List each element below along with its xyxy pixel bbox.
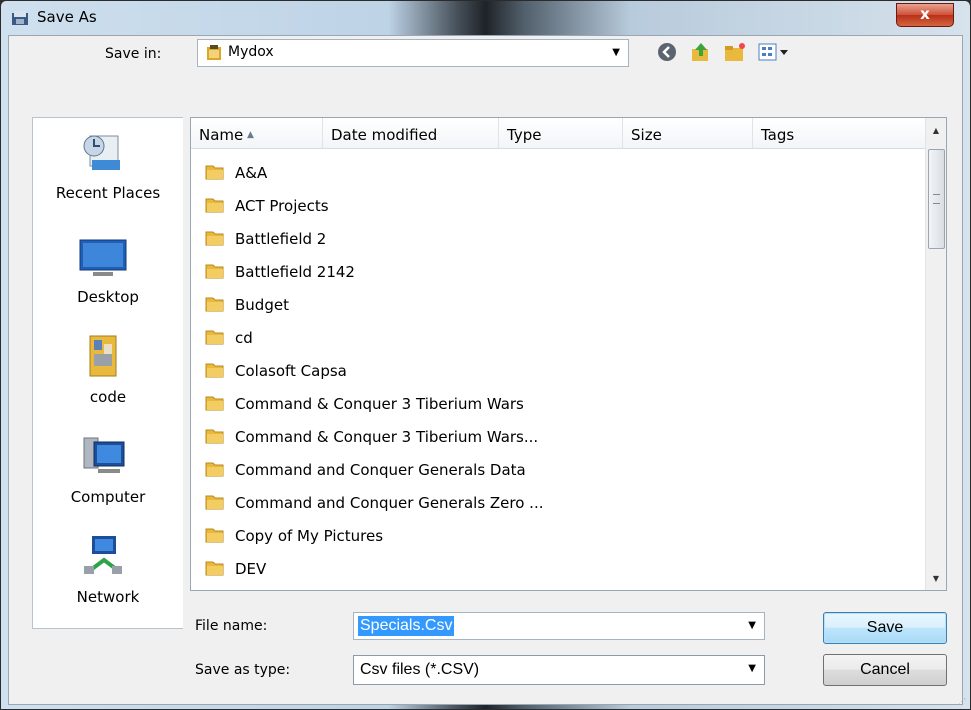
list-item[interactable]: Command and Conquer Generals Zero ...	[191, 486, 926, 519]
save-in-value: Mydox	[228, 44, 274, 60]
network-icon	[84, 536, 122, 574]
file-name-value: Specials.Csv	[358, 616, 455, 636]
folder-icon	[205, 462, 224, 477]
list-item[interactable]: DEV	[191, 552, 926, 585]
code-folder-icon	[89, 335, 117, 377]
folder-icon	[205, 561, 224, 576]
title-bar[interactable]: Save As x	[1, 1, 970, 35]
scroll-up-arrow-icon[interactable]: ▲	[926, 122, 946, 140]
file-name-input[interactable]: Specials.Csv ▼	[353, 612, 765, 640]
folder-icon	[205, 165, 224, 180]
save-as-dialog: Save As x Save in: Mydox ▼ Recent Places	[0, 0, 971, 710]
folder-icon	[205, 363, 224, 378]
file-name-label: File name:	[195, 618, 268, 634]
place-label: Recent Places	[55, 184, 161, 202]
resize-grip-icon[interactable]: ⋰	[958, 697, 966, 706]
grip-icon	[933, 194, 940, 204]
column-header: ▲ Name Date modified Type Size Tags	[191, 118, 926, 149]
column-type[interactable]: Type	[499, 118, 623, 148]
up-folder-icon[interactable]	[689, 41, 713, 63]
list-item[interactable]: Budget	[191, 288, 926, 321]
close-icon: x	[920, 5, 930, 23]
list-item[interactable]: Command & Conquer 3 Tiberium Wars	[191, 387, 926, 420]
scroll-down-arrow-icon[interactable]: ▼	[926, 570, 946, 588]
scroll-thumb[interactable]	[928, 149, 945, 249]
chevron-down-icon[interactable]: ▼	[748, 620, 756, 631]
place-computer[interactable]: Computer	[33, 434, 183, 534]
chevron-down-icon: ▼	[612, 47, 620, 58]
list-item[interactable]: Battlefield 2	[191, 222, 926, 255]
folder-icon	[205, 495, 224, 510]
folder-icon	[205, 330, 224, 345]
place-label: Network	[76, 588, 140, 606]
save-as-type-dropdown[interactable]: Csv files (*.CSV) ▼	[353, 655, 765, 685]
place-label: Desktop	[77, 288, 139, 306]
window-title: Save As	[37, 8, 97, 26]
chevron-down-icon: ▼	[748, 663, 756, 674]
list-item[interactable]: Battlefield 2142	[191, 255, 926, 288]
list-item[interactable]: ACT Projects	[191, 189, 926, 222]
sort-ascending-icon: ▲	[247, 130, 254, 140]
place-label: Computer	[70, 488, 146, 506]
column-date-modified[interactable]: Date modified	[323, 118, 499, 148]
list-item[interactable]: cd	[191, 321, 926, 354]
save-as-icon	[12, 11, 28, 25]
folder-icon	[205, 297, 224, 312]
save-in-label: Save in:	[105, 46, 162, 62]
place-network[interactable]: Network	[33, 534, 183, 634]
column-size[interactable]: Size	[623, 118, 753, 148]
new-folder-icon[interactable]	[723, 41, 747, 63]
folder-icon	[205, 396, 224, 411]
views-icon[interactable]	[757, 41, 791, 63]
places-bar: Recent Places Desktop code Computer Netw…	[32, 117, 183, 629]
computer-icon	[83, 437, 125, 473]
desktop-icon	[79, 239, 127, 276]
save-in-dropdown[interactable]: Mydox ▼	[197, 39, 629, 67]
folder-icon	[205, 198, 224, 213]
place-code[interactable]: code	[33, 334, 183, 434]
back-icon[interactable]	[656, 41, 680, 63]
close-button[interactable]: x	[896, 3, 954, 27]
column-name[interactable]: ▲ Name	[191, 118, 323, 148]
cancel-button[interactable]: Cancel	[823, 654, 947, 686]
save-as-type-value: Csv files (*.CSV)	[360, 661, 480, 678]
recent-places-icon	[83, 135, 120, 170]
list-item[interactable]: Command & Conquer 3 Tiberium Wars...	[191, 420, 926, 453]
folder-icon	[205, 528, 224, 543]
list-item[interactable]: Colasoft Capsa	[191, 354, 926, 387]
file-list[interactable]: ▲ Name Date modified Type Size Tags A&A …	[190, 117, 947, 591]
mydox-folder-icon	[207, 45, 221, 60]
list-item[interactable]: A&A	[191, 156, 926, 189]
place-desktop[interactable]: Desktop	[33, 234, 183, 334]
folder-icon	[205, 231, 224, 246]
place-recent-places[interactable]: Recent Places	[33, 130, 183, 230]
place-label: code	[89, 388, 127, 406]
list-item[interactable]: Command and Conquer Generals Data	[191, 453, 926, 486]
save-button[interactable]: Save	[823, 612, 947, 644]
list-item[interactable]: Copy of My Pictures	[191, 519, 926, 552]
save-as-type-label: Save as type:	[195, 662, 291, 678]
folder-icon	[205, 429, 224, 444]
folder-icon	[205, 264, 224, 279]
vertical-scrollbar[interactable]: ▲ ▼	[925, 118, 946, 590]
column-tags[interactable]: Tags	[753, 118, 926, 148]
